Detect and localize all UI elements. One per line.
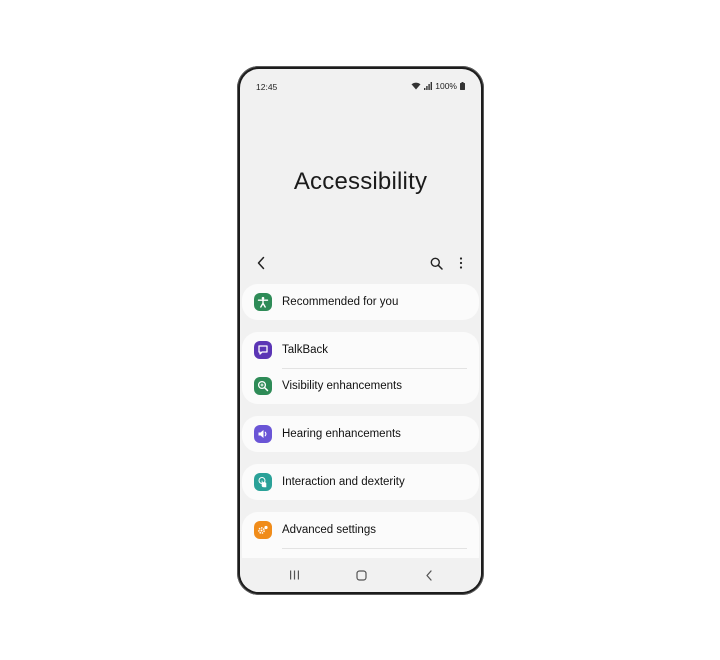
- menu-item-label: TalkBack: [282, 344, 329, 356]
- search-icon: [430, 257, 443, 270]
- back-icon: [426, 569, 432, 581]
- card-recommended: Recommended for you: [242, 284, 479, 320]
- card-interaction: Interaction and dexterity: [242, 464, 479, 500]
- more-options-button[interactable]: [451, 253, 471, 273]
- menu-item-label: Hearing enhancements: [282, 428, 401, 440]
- menu-item-visibility[interactable]: Visibility enhancements: [242, 368, 479, 404]
- signal-icon: [424, 82, 433, 90]
- speaker-icon: [254, 425, 272, 443]
- menu-item-interaction[interactable]: Interaction and dexterity: [242, 464, 479, 500]
- navigation-bar: [240, 558, 481, 592]
- home-button[interactable]: [352, 566, 370, 584]
- touch-icon: [254, 473, 272, 491]
- search-button[interactable]: [426, 253, 446, 273]
- menu-item-hearing[interactable]: Hearing enhancements: [242, 416, 479, 452]
- phone-screen: 12:45 100% Accessibility Recommended for…: [240, 69, 481, 592]
- menu-item-recommended[interactable]: Recommended for you: [242, 284, 479, 320]
- phone-frame: 12:45 100% Accessibility Recommended for…: [237, 66, 484, 595]
- more-vertical-icon: [459, 257, 463, 269]
- recent-apps-icon: [289, 570, 299, 580]
- status-bar: 12:45 100%: [240, 69, 481, 92]
- wifi-icon: [411, 82, 421, 90]
- status-icons: 100%: [411, 81, 465, 91]
- talkback-icon: [254, 341, 272, 359]
- menu-item-talkback[interactable]: TalkBack: [242, 332, 479, 368]
- menu-item-advanced[interactable]: Advanced settings: [242, 512, 479, 548]
- magnifier-icon: [254, 377, 272, 395]
- card-hearing: Hearing enhancements: [242, 416, 479, 452]
- divider: [282, 548, 467, 549]
- status-time: 12:45: [256, 82, 278, 92]
- battery-icon: [460, 82, 465, 90]
- battery-percent: 100%: [435, 81, 457, 91]
- chevron-left-icon: [257, 256, 265, 270]
- nav-back-button[interactable]: [420, 566, 438, 584]
- menu-item-label: Recommended for you: [282, 296, 399, 308]
- menu-item-label: Interaction and dexterity: [282, 476, 405, 488]
- recent-apps-button[interactable]: [285, 566, 303, 584]
- card-vision: TalkBack Visibility enhancements: [242, 332, 479, 404]
- toolbar: [240, 253, 481, 273]
- accessibility-person-icon: [254, 293, 272, 311]
- home-icon: [355, 569, 367, 581]
- menu-item-label: Visibility enhancements: [282, 380, 402, 392]
- page-title: Accessibility: [293, 168, 428, 195]
- gears-icon: [254, 521, 272, 539]
- menu-item-label: Advanced settings: [282, 524, 376, 536]
- back-button[interactable]: [251, 253, 271, 273]
